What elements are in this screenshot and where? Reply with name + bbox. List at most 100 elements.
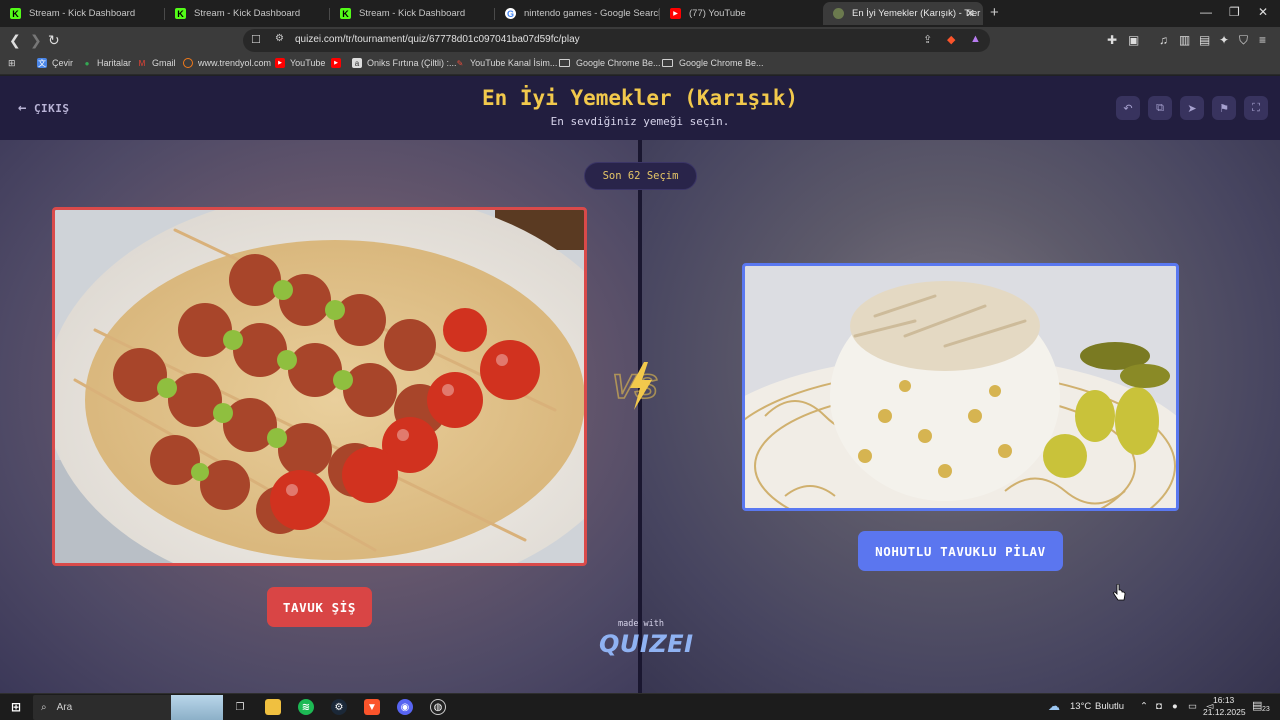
folder-icon — [662, 59, 673, 67]
choose-right-button[interactable]: NOHUTLU TAVUKLU PİLAV — [858, 531, 1063, 571]
file-explorer-icon[interactable] — [265, 699, 281, 715]
report-button[interactable]: ⚑ — [1212, 96, 1236, 120]
brave-shields-icon[interactable]: ◆ — [947, 33, 955, 46]
forward-button[interactable]: ❯ — [30, 32, 42, 49]
bookmark-youtube[interactable]: ▶ YouTube — [275, 58, 325, 68]
tab-title: nintendo games - Google Search — [524, 8, 660, 19]
extensions-icon[interactable]: ✚ — [1107, 33, 1117, 47]
spotify-icon[interactable]: ≋ — [298, 699, 314, 715]
bookmark-gmail[interactable]: M Gmail — [137, 58, 176, 68]
bookmark-translate[interactable]: 文 Çevir — [37, 58, 73, 68]
book-icon: a — [352, 58, 362, 68]
site-info-icon[interactable]: ⚙ — [275, 33, 284, 44]
right-choice-image[interactable] — [742, 263, 1179, 511]
discord-icon[interactable]: ◉ — [397, 699, 413, 715]
sidebar-icon[interactable]: ▥ — [1179, 33, 1190, 47]
obs-icon[interactable]: ◍ — [430, 699, 446, 715]
undo-button[interactable]: ↶ — [1116, 96, 1140, 120]
bookmark-trendyol[interactable]: www.trendyol.com — [183, 58, 271, 68]
quiz-header: ← ÇIKIŞ En İyi Yemekler (Karışık) En sev… — [0, 76, 1280, 140]
url-text: quizei.com/tr/tournament/quiz/67778d01c0… — [295, 34, 580, 45]
reload-button[interactable]: ↻ — [48, 32, 60, 49]
youtube-icon: ▶ — [331, 58, 341, 68]
close-window-button[interactable]: ✕ — [1258, 5, 1268, 19]
close-tab-icon[interactable]: ✕ — [966, 7, 975, 20]
bookmark-icon[interactable]: ☐ — [251, 33, 261, 46]
tab-google-search[interactable]: G nintendo games - Google Search — [495, 2, 660, 25]
quizei-icon — [833, 8, 844, 19]
youtube-icon: ▶ — [275, 58, 285, 68]
apps-icon[interactable]: ⊞ — [8, 58, 16, 69]
search-icon: ⌕ — [41, 702, 47, 713]
flag-icon: ⚑ — [1219, 102, 1229, 115]
vs-icon: VS — [611, 362, 658, 410]
media-icon[interactable]: ♫ — [1159, 33, 1168, 47]
camera-icon[interactable]: ◘ — [1156, 701, 1162, 712]
brave-rewards-icon[interactable]: ▲ — [970, 33, 981, 45]
screenshot-icon[interactable]: ▣ — [1128, 33, 1139, 47]
bookmark-folder-1[interactable]: Google Chrome Be... — [559, 58, 661, 68]
bookmark-youtube-2[interactable]: ▶ — [331, 58, 346, 68]
task-view-icon[interactable]: ❐ — [232, 699, 248, 715]
page-subtitle: En sevdiğiniz yemeği seçin. — [550, 115, 730, 128]
clock-date[interactable]: 21.12.2025 — [1203, 707, 1246, 717]
tab-title: En İyi Yemekler (Karışık) - Tier Lis — [852, 8, 983, 19]
kick-icon: K — [175, 8, 186, 19]
wallet-icon[interactable]: ▤ — [1199, 33, 1210, 47]
tab-kick-1[interactable]: K Stream - Kick Dashboard — [0, 2, 165, 25]
quizei-logo: QUIZEI — [599, 630, 694, 658]
bookmarks-bar: ⊞ 文 Çevir ● Haritalar M Gmail www.trendy… — [0, 54, 1280, 75]
restore-button[interactable]: ❐ — [1229, 5, 1240, 19]
page-viewport: ← ÇIKIŞ En İyi Yemekler (Karışık) En sev… — [0, 76, 1280, 693]
weather-desc[interactable]: Bulutlu — [1095, 701, 1124, 712]
google-icon: G — [505, 8, 516, 19]
microphone-icon[interactable]: ● — [1172, 701, 1178, 712]
back-button[interactable]: ❮ — [9, 32, 21, 49]
windows-start-icon[interactable]: ⊞ — [8, 699, 24, 715]
fullscreen-button[interactable]: ⛶ — [1244, 96, 1268, 120]
trendyol-icon — [183, 58, 193, 68]
notification-count: 23 — [1262, 706, 1270, 713]
cloud-icon: ☁ — [1048, 699, 1060, 713]
pen-icon: ✎ — [456, 58, 464, 68]
leo-ai-icon[interactable]: ✦ — [1219, 33, 1229, 47]
network-icon[interactable]: ▭ — [1188, 701, 1197, 712]
tab-youtube[interactable]: ▶ (77) YouTube — [660, 2, 820, 25]
bookmark-folder-2[interactable]: Google Chrome Be... — [662, 58, 764, 68]
bookmark-oniks[interactable]: a Oniks Fırtına (Çiltli) :... — [352, 58, 457, 68]
taskbar-search[interactable]: ⌕ Ara — [33, 695, 223, 720]
clock-time[interactable]: 16:13 — [1213, 695, 1234, 705]
maps-icon: ● — [84, 58, 90, 68]
search-placeholder: Ara — [56, 702, 73, 713]
menu-icon[interactable]: ≡ — [1259, 33, 1266, 47]
center-divider — [638, 140, 642, 693]
chevron-up-icon[interactable]: ⌃ — [1140, 701, 1148, 712]
made-with-quizei[interactable]: made with QUIZEI — [599, 619, 694, 658]
copy-link-button[interactable]: ⧉ — [1148, 96, 1172, 120]
undo-icon: ↶ — [1123, 102, 1133, 115]
kick-icon: K — [10, 8, 21, 19]
address-bar[interactable]: ☐ ⚙ quizei.com/tr/tournament/quiz/67778d… — [243, 29, 990, 52]
share-button[interactable]: ➤ — [1180, 96, 1204, 120]
left-choice-image[interactable] — [52, 207, 587, 566]
tab-quizei[interactable]: En İyi Yemekler (Karışık) - Tier Lis ✕ — [823, 2, 983, 25]
tab-kick-2[interactable]: K Stream - Kick Dashboard — [165, 2, 330, 25]
weather-temp[interactable]: 13°C — [1070, 701, 1091, 712]
tab-title: (77) YouTube — [689, 8, 746, 19]
chicken-skewer-image — [55, 210, 584, 563]
minimize-button[interactable]: — — [1200, 5, 1212, 19]
tab-title: Stream - Kick Dashboard — [359, 8, 466, 19]
share-icon[interactable]: ⇪ — [923, 33, 932, 46]
vpn-icon[interactable]: ⛉ — [1239, 33, 1248, 48]
bookmark-maps[interactable]: ● Haritalar — [82, 58, 131, 68]
steam-icon[interactable]: ⚙ — [331, 699, 347, 715]
round-indicator: Son 62 Seçim — [584, 162, 697, 190]
new-tab-button[interactable]: + — [990, 4, 999, 21]
brave-icon[interactable]: ▼ — [364, 699, 380, 715]
youtube-icon: ▶ — [670, 8, 681, 19]
bookmark-youtube-kanal[interactable]: ✎ YouTube Kanal İsim... — [455, 58, 558, 68]
notification-icon[interactable]: ▤ — [1252, 699, 1262, 712]
browser-tab-strip: K Stream - Kick Dashboard K Stream - Kic… — [0, 0, 1280, 27]
choose-left-button[interactable]: TAVUK ŞİŞ — [267, 587, 372, 627]
tab-kick-3[interactable]: K Stream - Kick Dashboard — [330, 2, 495, 25]
